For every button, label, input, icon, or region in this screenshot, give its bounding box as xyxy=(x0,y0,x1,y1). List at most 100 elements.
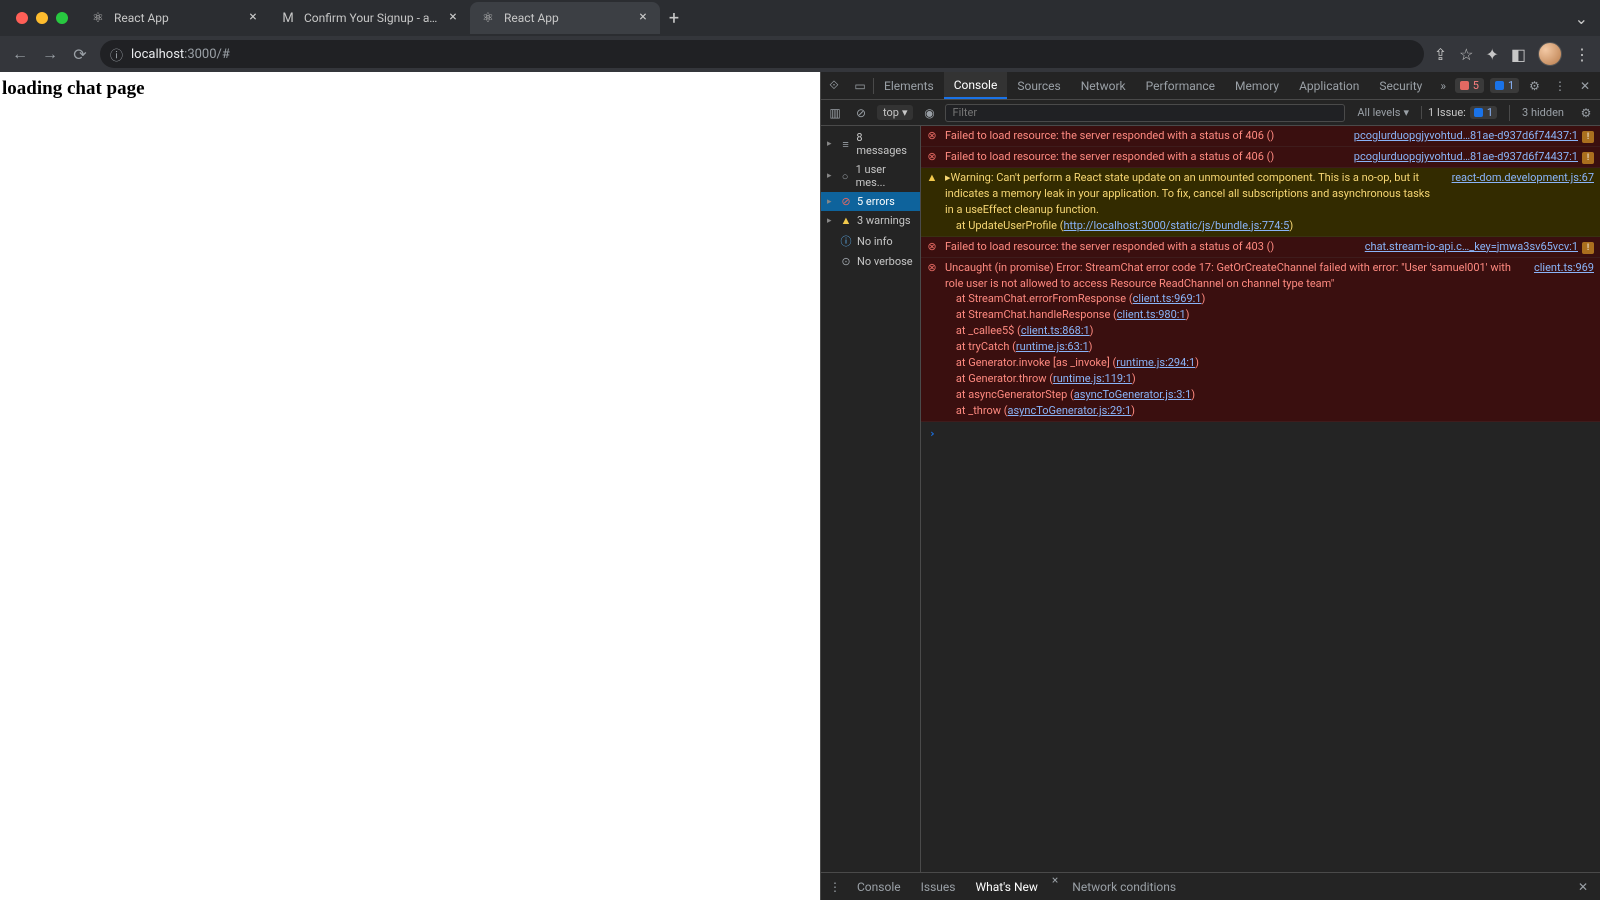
tab-close-icon[interactable]: × xyxy=(446,11,460,25)
window-controls xyxy=(8,12,80,24)
page-heading: loading chat page xyxy=(2,78,818,100)
devtools-settings-icon[interactable]: ⚙ xyxy=(1525,79,1544,93)
browser-tab[interactable]: M Confirm Your Signup - ayodele × xyxy=(270,2,470,34)
issues-link[interactable]: 1 Issue: 1 xyxy=(1421,106,1503,119)
site-info-icon[interactable]: ⓘ xyxy=(110,45,123,64)
minimize-window-icon[interactable] xyxy=(36,12,48,24)
devtools-tab-performance[interactable]: Performance xyxy=(1136,72,1225,99)
address-bar[interactable]: ⓘ localhost:3000/# xyxy=(100,40,1424,68)
sidebar-filter-warn[interactable]: ▸▲3 warnings xyxy=(821,211,920,230)
tab-close-icon[interactable]: × xyxy=(636,11,650,25)
devtools-menu-icon[interactable]: ⋮ xyxy=(1550,79,1570,93)
log-source-link[interactable]: chat.stream-io-api.c…_key=jmwa3sv65vcv:1… xyxy=(1357,239,1594,255)
console-output: ⊗ Failed to load resource: the server res… xyxy=(921,126,1600,872)
log-level-icon: ⊗ xyxy=(925,239,939,255)
device-toolbar-icon[interactable]: ▭ xyxy=(847,79,873,93)
console-log-row[interactable]: ▲▸Warning: Can't perform a React state u… xyxy=(921,168,1600,237)
back-button[interactable]: ← xyxy=(10,44,30,64)
execution-context-selector[interactable]: top▾ xyxy=(877,105,913,120)
console-log-row[interactable]: ⊗Uncaught (in promise) Error: StreamChat… xyxy=(921,258,1600,422)
sidebar-filter-usr[interactable]: ▸○1 user mes... xyxy=(821,160,920,192)
console-toolbar: ▥ ⊘ top▾ ◉ All levels▾ 1 Issue: 1 3 hidd… xyxy=(821,100,1600,126)
close-window-icon[interactable] xyxy=(16,12,28,24)
devtools-tab-security[interactable]: Security xyxy=(1369,72,1432,99)
log-message: Failed to load resource: the server resp… xyxy=(945,149,1340,165)
devtools-tab-network[interactable]: Network xyxy=(1071,72,1136,99)
console-sidebar-toggle-icon[interactable]: ▥ xyxy=(825,106,845,120)
extensions-icon[interactable]: ✦ xyxy=(1485,45,1498,64)
drawer-tab-what-s-new[interactable]: What's New xyxy=(965,873,1047,900)
inspect-element-icon[interactable]: ⟐ xyxy=(821,78,847,93)
browser-toolbar: ← → ⟳ ⓘ localhost:3000/# ⇪ ☆ ✦ ◧ ⋮ xyxy=(0,36,1600,72)
sidebar-filter-info[interactable]: ⓘNo info xyxy=(821,230,920,252)
devtools-tab-memory[interactable]: Memory xyxy=(1225,72,1289,99)
log-message: Failed to load resource: the server resp… xyxy=(945,239,1351,255)
new-tab-button[interactable]: + xyxy=(660,8,688,29)
clear-console-icon[interactable]: ⊘ xyxy=(851,106,871,120)
console-log-row[interactable]: ⊗ Failed to load resource: the server res… xyxy=(921,237,1600,258)
drawer-tab-network-conditions[interactable]: Network conditions xyxy=(1062,873,1186,900)
browser-tab[interactable]: ⚛React App× xyxy=(470,2,660,34)
violation-icon: ! xyxy=(1582,242,1594,254)
live-expression-icon[interactable]: ◉ xyxy=(919,106,939,120)
log-message: ▸Warning: Can't perform a React state up… xyxy=(945,170,1438,234)
violation-icon: ! xyxy=(1582,152,1594,164)
log-level-icon: ▲ xyxy=(925,170,939,234)
page-viewport: loading chat page xyxy=(0,72,820,900)
devtools-tab-sources[interactable]: Sources xyxy=(1007,72,1070,99)
tab-strip: ⚛ React App × M Confirm Your Signup - ayodel… xyxy=(0,0,1600,36)
tab-title: React App xyxy=(114,11,238,25)
console-log-row[interactable]: ⊗ Failed to load resource: the server res… xyxy=(921,126,1600,147)
console-filter-input[interactable] xyxy=(945,104,1345,122)
violation-icon: ! xyxy=(1582,131,1594,143)
tab-favicon-icon: M xyxy=(280,10,296,26)
tab-title: React App xyxy=(504,11,628,25)
drawer-tab-close-icon[interactable]: × xyxy=(1048,873,1062,900)
console-log-row[interactable]: ⊗ Failed to load resource: the server res… xyxy=(921,147,1600,168)
drawer-tab-console[interactable]: Console xyxy=(847,873,911,900)
drawer-close-icon[interactable]: ✕ xyxy=(1570,880,1596,894)
log-source-link[interactable]: react-dom.development.js:67 xyxy=(1444,170,1594,234)
devtools-tab-elements[interactable]: Elements xyxy=(874,72,944,99)
console-prompt[interactable]: › xyxy=(921,422,1600,446)
devtools-tab-application[interactable]: Application xyxy=(1289,72,1369,99)
log-source-link[interactable]: pcoglurduopgjyvohtud…81ae-d937d6f74437:1… xyxy=(1346,128,1594,144)
profile-avatar[interactable] xyxy=(1538,42,1562,66)
log-message: Failed to load resource: the server resp… xyxy=(945,128,1340,144)
log-level-selector[interactable]: All levels▾ xyxy=(1351,106,1415,119)
devtools-tabbar: ⟐ ▭ ElementsConsoleSourcesNetworkPerform… xyxy=(821,72,1600,100)
devtools-drawer: ⋮ ConsoleIssuesWhat's New×Network condit… xyxy=(821,872,1600,900)
tab-close-icon[interactable]: × xyxy=(246,11,260,25)
devtools-tab-console[interactable]: Console xyxy=(944,72,1008,99)
maximize-window-icon[interactable] xyxy=(56,12,68,24)
browser-menu-icon[interactable]: ⋮ xyxy=(1574,45,1590,64)
sidebar-filter-err[interactable]: ▸⊘5 errors xyxy=(821,192,920,211)
devtools-close-icon[interactable]: ✕ xyxy=(1576,79,1594,93)
log-level-icon: ⊗ xyxy=(925,128,939,144)
sidebar-filter-verb[interactable]: ⊙No verbose xyxy=(821,252,920,271)
error-count-badge[interactable]: 5 xyxy=(1455,78,1484,93)
install-app-icon[interactable]: ⇪ xyxy=(1434,45,1447,64)
drawer-menu-icon[interactable]: ⋮ xyxy=(825,880,845,894)
log-source-link[interactable]: pcoglurduopgjyvohtud…81ae-d937d6f74437:1… xyxy=(1346,149,1594,165)
url-path: /# xyxy=(217,47,230,62)
log-level-icon: ⊗ xyxy=(925,260,939,419)
issue-count-badge[interactable]: 1 xyxy=(1490,78,1519,93)
hidden-messages-label[interactable]: 3 hidden xyxy=(1516,106,1570,119)
tab-title: Confirm Your Signup - ayodele xyxy=(304,11,438,25)
tab-favicon-icon: ⚛ xyxy=(90,10,106,26)
devtools-panel: ⟐ ▭ ElementsConsoleSourcesNetworkPerform… xyxy=(820,72,1600,900)
sidepanel-icon[interactable]: ◧ xyxy=(1511,45,1526,64)
log-message: Uncaught (in promise) Error: StreamChat … xyxy=(945,260,1520,419)
tabs-overflow-icon[interactable]: ⌄ xyxy=(1575,9,1600,28)
sidebar-filter-msg[interactable]: ▸≡8 messages xyxy=(821,128,920,160)
drawer-tab-issues[interactable]: Issues xyxy=(911,873,966,900)
bookmark-icon[interactable]: ☆ xyxy=(1459,45,1473,64)
log-source-link[interactable]: client.ts:969 xyxy=(1526,260,1594,419)
console-settings-icon[interactable]: ⚙ xyxy=(1576,106,1596,120)
browser-tab[interactable]: ⚛ React App × xyxy=(80,2,270,34)
log-level-icon: ⊗ xyxy=(925,149,939,165)
reload-button[interactable]: ⟳ xyxy=(70,44,90,64)
devtools-tabs-overflow-icon[interactable]: » xyxy=(1432,79,1454,93)
forward-button[interactable]: → xyxy=(40,44,60,64)
